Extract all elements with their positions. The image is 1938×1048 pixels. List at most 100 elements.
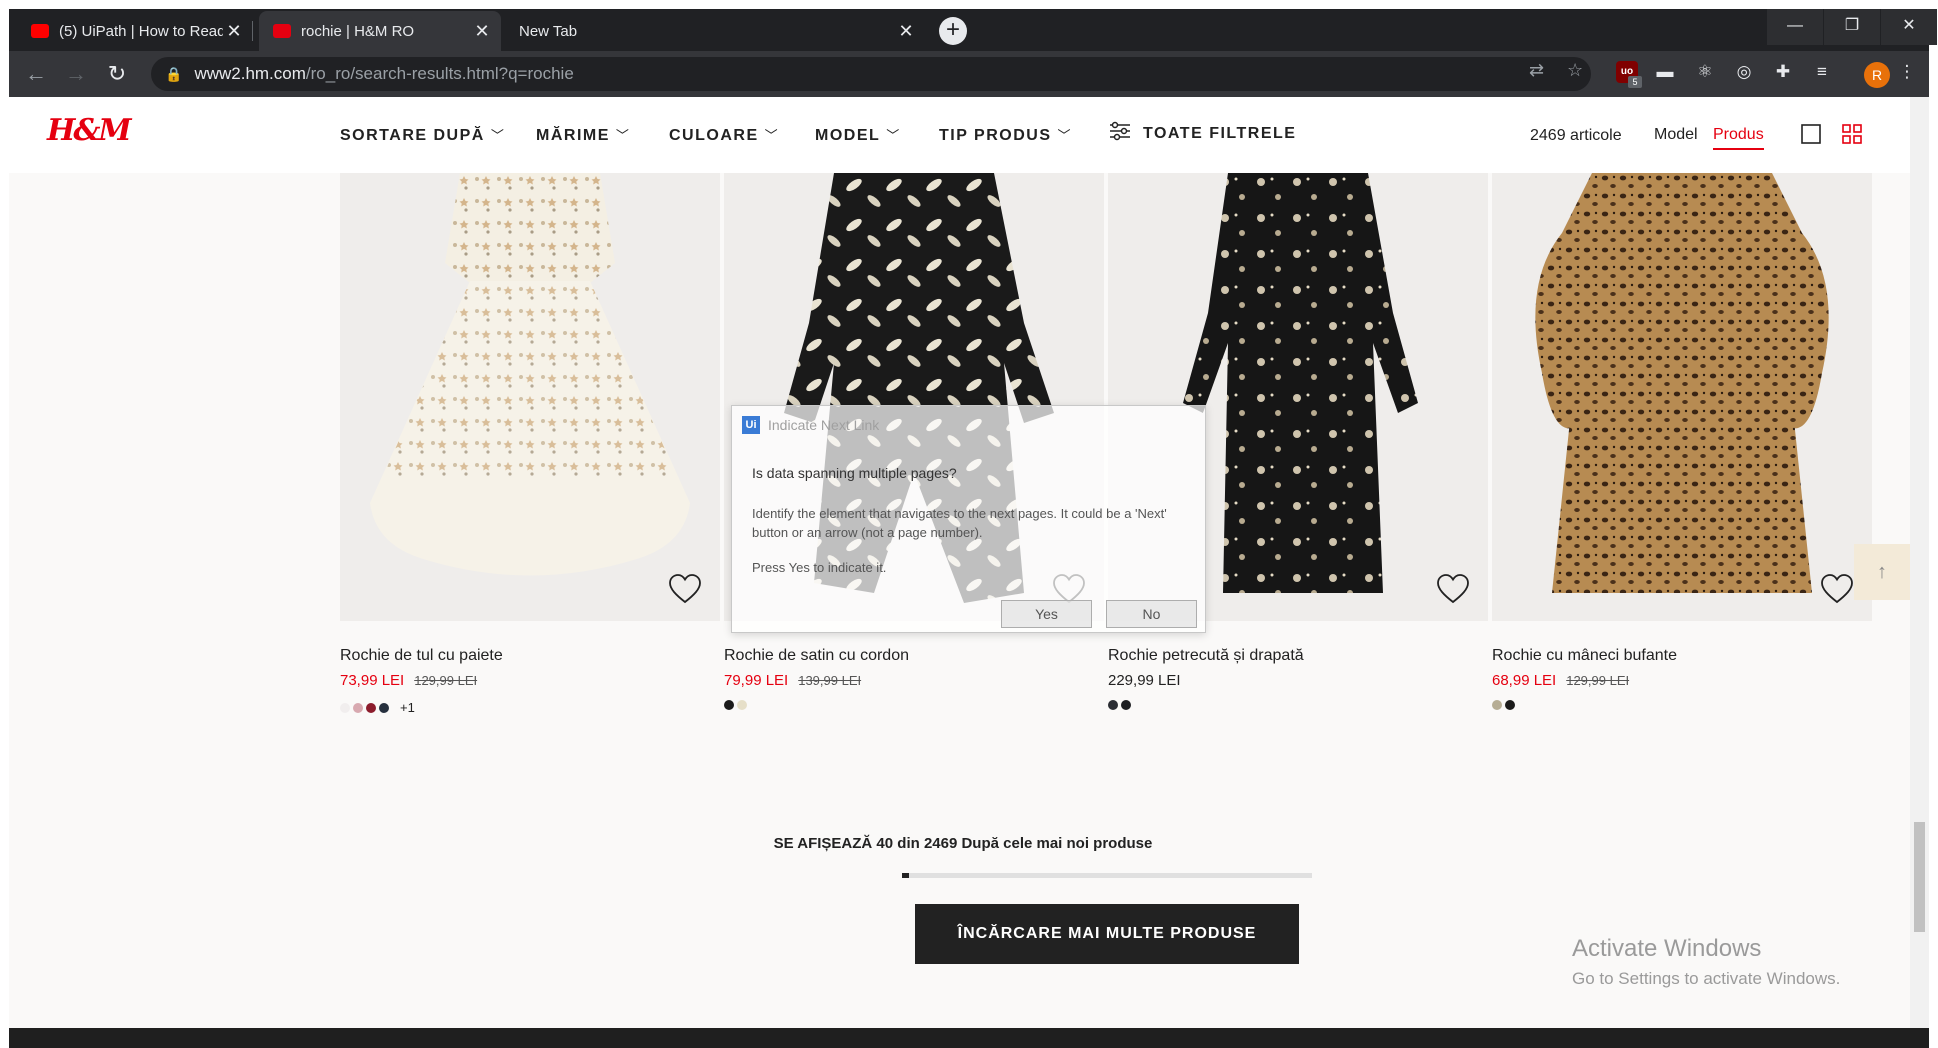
sale-price: 68,99 LEI <box>1492 672 1557 689</box>
extension-card-icon[interactable]: ▬ <box>1654 61 1676 83</box>
minimize-button[interactable]: — <box>1767 9 1823 45</box>
close-icon[interactable]: ✕ <box>895 21 917 42</box>
scrollbar-thumb[interactable] <box>1914 822 1925 932</box>
filter-size[interactable]: MĂRIME ﹀ <box>536 125 630 145</box>
load-more-button[interactable]: ÎNCĂRCARE MAI MULTE PRODUSE <box>915 904 1299 964</box>
product-price: 68,99 LEI 129,99 LEI <box>1492 672 1629 689</box>
dialog-instruction: Press Yes to indicate it. <box>752 560 887 575</box>
product-image[interactable] <box>340 173 720 621</box>
all-filters-label: TOATE FILTRELE <box>1143 125 1297 142</box>
address-bar[interactable]: 🔒 www2.hm.com/ro_ro/search-results.html?… <box>151 57 1591 91</box>
taskbar <box>9 1028 1929 1048</box>
dress-illustration <box>1535 173 1829 593</box>
target-icon[interactable]: ◎ <box>1733 61 1755 83</box>
color-swatch[interactable] <box>379 702 389 713</box>
chevron-down-icon: ﹀ <box>886 128 901 143</box>
profile-avatar[interactable]: R <box>1864 62 1890 88</box>
color-swatch[interactable] <box>340 702 350 713</box>
dialog-question: Is data spanning multiple pages? <box>752 465 957 481</box>
site-header: H&M SORTARE DUPĂ ﹀ MĂRIME ﹀ CULOARE ﹀ MODEL… <box>9 97 1919 173</box>
color-swatch[interactable] <box>1121 700 1131 710</box>
sale-price: 73,99 LEI <box>340 672 405 689</box>
menu-icon[interactable]: ⋮ <box>1896 61 1918 83</box>
dialog-title: Ui Indicate Next Link <box>742 416 879 434</box>
tab-title: (5) UiPath | How to Read Excel Da <box>59 22 223 40</box>
filter-product-type[interactable]: TIP PRODUS ﹀ <box>939 125 1072 145</box>
results-summary: SE AFIȘEAZĂ 40 din 2469 După cele mai no… <box>773 835 1153 852</box>
product-card[interactable]: Rochie cu mâneci bufante 68,99 LEI 129,99… <box>1492 173 1872 710</box>
star-icon[interactable]: ☆ <box>1567 60 1583 81</box>
chevron-down-icon: ﹀ <box>764 128 780 143</box>
puzzle-icon[interactable]: ✚ <box>1772 61 1794 83</box>
view-model-toggle[interactable]: Model <box>1654 126 1698 144</box>
watermark-title: Activate Windows <box>1572 935 1762 962</box>
new-tab-button[interactable]: + <box>939 17 967 45</box>
color-swatches <box>1108 700 1131 710</box>
heart-icon[interactable] <box>1820 573 1854 605</box>
product-name[interactable]: Rochie de satin cu cordon <box>724 647 909 665</box>
watermark-subtitle: Go to Settings to activate Windows. <box>1572 969 1841 988</box>
filter-label: SORTARE DUPĂ <box>340 127 485 144</box>
sliders-icon <box>1110 121 1130 141</box>
hm-favicon-icon <box>273 24 291 38</box>
sale-price: 79,99 LEI <box>724 672 789 689</box>
close-icon[interactable]: ✕ <box>223 21 245 42</box>
filter-model[interactable]: MODEL ﹀ <box>815 125 901 145</box>
color-swatch[interactable] <box>1492 700 1502 710</box>
color-swatch[interactable] <box>1505 700 1515 710</box>
single-view-icon[interactable] <box>1801 124 1821 144</box>
chevron-down-icon: ﹀ <box>1057 128 1073 143</box>
back-button[interactable]: ← <box>21 59 51 89</box>
yes-button[interactable]: Yes <box>1001 600 1092 628</box>
color-swatch[interactable] <box>724 700 734 710</box>
browser-toolbar: ← → ↻ 🔒 www2.hm.com/ro_ro/search-results… <box>9 51 1929 97</box>
view-product-toggle[interactable]: Produs <box>1713 126 1764 150</box>
translate-icon[interactable]: ⇄ <box>1529 60 1544 81</box>
old-price: 129,99 LEI <box>1566 673 1630 688</box>
tab-hm[interactable]: rochie | H&M RO ✕ <box>259 11 501 51</box>
product-name[interactable]: Rochie petrecută și drapată <box>1108 647 1304 665</box>
color-swatch[interactable] <box>1108 700 1118 710</box>
react-icon[interactable]: ⚛ <box>1694 61 1716 83</box>
regular-price: 229,99 LEI <box>1108 672 1181 689</box>
results-progress-bar <box>902 873 1312 878</box>
grid-view-icon[interactable] <box>1842 124 1862 144</box>
chevron-down-icon: ﹀ <box>490 128 506 143</box>
heart-icon[interactable] <box>668 573 702 605</box>
tab-uipath[interactable]: (5) UiPath | How to Read Excel Da ✕ <box>17 11 253 51</box>
close-window-button[interactable]: ✕ <box>1881 9 1937 45</box>
hm-logo[interactable]: H&M <box>47 113 132 148</box>
dialog-title-text: Indicate Next Link <box>768 417 880 433</box>
color-swatches <box>1492 700 1515 710</box>
old-price: 139,99 LEI <box>798 673 862 688</box>
color-swatch[interactable] <box>366 702 376 713</box>
more-colors[interactable]: +1 <box>400 700 415 715</box>
restore-button[interactable]: ❐ <box>1824 9 1880 45</box>
product-name[interactable]: Rochie de tul cu paiete <box>340 647 503 665</box>
no-button[interactable]: No <box>1106 600 1197 628</box>
filter-sort[interactable]: SORTARE DUPĂ ﹀ <box>340 125 505 145</box>
color-swatch[interactable] <box>353 702 363 713</box>
filter-color[interactable]: CULOARE ﹀ <box>669 125 779 145</box>
product-card[interactable]: Rochie de tul cu paiete 73,99 LEI 129,99 … <box>340 173 720 715</box>
filter-label: MODEL <box>815 127 881 144</box>
dress-illustration <box>370 173 690 576</box>
product-name[interactable]: Rochie cu mâneci bufante <box>1492 647 1677 665</box>
indicate-next-link-dialog: Ui Indicate Next Link Is data spanning m… <box>731 405 1206 633</box>
scroll-to-top-button[interactable]: ↑ <box>1854 544 1910 600</box>
product-image[interactable] <box>1492 173 1872 621</box>
filter-label: TIP PRODUS <box>939 127 1052 144</box>
reload-button[interactable]: ↻ <box>102 59 132 89</box>
all-filters-button[interactable]: TOATE FILTRELE <box>1109 121 1296 143</box>
page-scrollbar[interactable] <box>1910 97 1929 1028</box>
forward-button[interactable]: → <box>61 59 91 89</box>
dialog-body: Identify the element that navigates to t… <box>752 506 1167 540</box>
tab-new[interactable]: New Tab ✕ <box>505 11 925 51</box>
old-price: 129,99 LEI <box>414 673 478 688</box>
color-swatch[interactable] <box>737 700 747 710</box>
tab-title: New Tab <box>519 22 578 40</box>
media-queue-icon[interactable]: ≡ <box>1811 61 1833 83</box>
heart-icon[interactable] <box>1436 573 1470 605</box>
filter-label: CULOARE <box>669 127 759 144</box>
close-icon[interactable]: ✕ <box>471 21 493 42</box>
